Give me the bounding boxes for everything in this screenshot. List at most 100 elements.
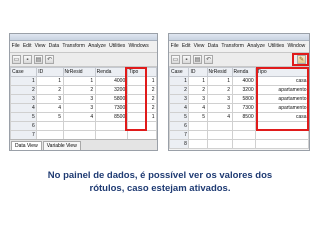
data-cell[interactable]: 5800 [231, 94, 257, 104]
menu-file[interactable]: File [169, 41, 180, 52]
menu-data[interactable]: Data [206, 41, 220, 52]
data-cell[interactable] [36, 121, 64, 131]
undo-icon[interactable]: ↶ [204, 55, 213, 64]
table-row: 8 [169, 139, 309, 149]
row-number-cell[interactable]: 1 [169, 76, 190, 86]
menu-view[interactable]: View [192, 41, 206, 52]
save-icon[interactable]: ▪ [182, 55, 191, 64]
data-cell[interactable]: 3 [62, 103, 96, 113]
data-cell[interactable] [231, 121, 257, 131]
slide-caption: No painel de dados, é possível ver os va… [0, 169, 320, 195]
data-cell[interactable] [255, 130, 309, 140]
data-cell[interactable] [206, 130, 233, 140]
menu-edit[interactable]: Edit [21, 41, 33, 52]
tipo-column-highlight [256, 67, 309, 131]
data-cell[interactable]: 3200 [231, 85, 257, 95]
save-icon[interactable]: ▪ [23, 55, 32, 64]
row-number-cell[interactable]: 3 [169, 94, 190, 104]
menu-utilities[interactable]: Utilities [108, 41, 127, 52]
column-header-case[interactable]: Case [169, 67, 190, 77]
data-cell[interactable] [94, 121, 128, 131]
undo-icon[interactable]: ↶ [45, 55, 54, 64]
data-cell[interactable]: 2 [36, 85, 64, 95]
data-cell[interactable]: 4000 [231, 76, 257, 86]
menu-analyze[interactable]: Analyze [246, 41, 267, 52]
column-header-id[interactable]: ID [36, 67, 64, 77]
data-cell[interactable]: 3 [206, 94, 233, 104]
data-cell[interactable]: 2 [206, 85, 233, 95]
menu-data[interactable]: Data [47, 41, 61, 52]
menu-analyze[interactable]: Analyze [87, 41, 108, 52]
row-number-cell[interactable]: 4 [10, 103, 38, 113]
data-cell[interactable]: 7300 [94, 103, 128, 113]
data-cell[interactable]: 1 [188, 76, 208, 86]
menu-edit[interactable]: Edit [180, 41, 192, 52]
folder-open-icon[interactable]: ▭ [171, 55, 180, 64]
data-cell[interactable] [255, 139, 309, 149]
data-cell[interactable] [188, 130, 208, 140]
data-cell[interactable]: 3200 [94, 85, 128, 95]
row-number-cell[interactable]: 2 [10, 85, 38, 95]
data-cell[interactable]: 8500 [94, 112, 128, 122]
data-cell[interactable]: 4 [62, 112, 96, 122]
print-icon[interactable]: ▤ [34, 55, 43, 64]
column-header-renda[interactable]: Renda [231, 67, 257, 77]
row-number-cell[interactable]: 7 [169, 130, 190, 140]
tipo-column-highlight [125, 67, 147, 131]
menu-window[interactable]: Window [286, 41, 307, 52]
tab-data-view[interactable]: Data View [11, 141, 42, 150]
row-number-cell[interactable]: 4 [169, 103, 190, 113]
data-cell[interactable]: 2 [62, 85, 96, 95]
data-cell[interactable]: 5 [188, 112, 208, 122]
folder-open-icon[interactable]: ▭ [12, 55, 21, 64]
data-cell[interactable]: 3 [36, 94, 64, 104]
data-cell[interactable]: 4 [36, 103, 64, 113]
print-icon[interactable]: ▤ [193, 55, 202, 64]
data-cell[interactable]: 7300 [231, 103, 257, 113]
column-header-case[interactable]: Case [10, 67, 38, 77]
menu-transform[interactable]: Transform [61, 41, 87, 52]
menu-utilities[interactable]: Utilities [267, 41, 286, 52]
data-cell[interactable] [188, 121, 208, 131]
window-titlebar [10, 34, 157, 41]
data-cell[interactable]: 1 [206, 76, 233, 86]
menu-windows[interactable]: Windows [127, 41, 150, 52]
data-cell[interactable]: 3 [62, 94, 96, 104]
data-cell[interactable] [62, 121, 96, 131]
data-cell[interactable]: 8500 [231, 112, 257, 122]
row-number-cell[interactable]: 1 [10, 76, 38, 86]
column-header-id[interactable]: ID [188, 67, 208, 77]
data-cell[interactable]: 2 [188, 85, 208, 95]
data-cell[interactable] [206, 139, 233, 149]
data-cell[interactable]: 3 [188, 94, 208, 104]
row-number-cell[interactable]: 5 [10, 112, 38, 122]
data-cell[interactable]: 3 [206, 103, 233, 113]
data-grid: Case ID NrResid Renda Tipo 1 1 1 4000 1 2 2 2 32… [10, 67, 157, 149]
row-number-cell[interactable]: 8 [169, 139, 190, 149]
toolbar: ▭ ▪ ▤ ↶ ✎ [169, 53, 309, 67]
row-number-cell[interactable]: 5 [169, 112, 190, 122]
data-cell[interactable]: 5 [36, 112, 64, 122]
row-number-cell[interactable]: 6 [169, 121, 190, 131]
data-cell[interactable] [188, 139, 208, 149]
data-cell[interactable] [206, 121, 233, 131]
data-cell[interactable]: 1 [36, 76, 64, 86]
row-number-cell[interactable]: 2 [169, 85, 190, 95]
data-cell[interactable]: 1 [62, 76, 96, 86]
tab-variable-view[interactable]: Variable View [42, 141, 81, 150]
data-cell[interactable]: 5800 [94, 94, 128, 104]
menu-file[interactable]: File [10, 41, 21, 52]
column-header-nrresid[interactable]: NrResid [62, 67, 96, 77]
data-cell[interactable]: 4000 [94, 76, 128, 86]
column-header-renda[interactable]: Renda [94, 67, 128, 77]
menu-view[interactable]: View [33, 41, 47, 52]
data-cell[interactable] [231, 130, 257, 140]
menu-transform[interactable]: Transform [220, 41, 246, 52]
caption-line-2: rótulos, caso estejam ativados. [89, 183, 231, 194]
row-number-cell[interactable]: 6 [10, 121, 38, 131]
data-cell[interactable] [231, 139, 257, 149]
row-number-cell[interactable]: 3 [10, 94, 38, 104]
data-cell[interactable]: 4 [206, 112, 233, 122]
column-header-nrresid[interactable]: NrResid [206, 67, 233, 77]
data-cell[interactable]: 4 [188, 103, 208, 113]
